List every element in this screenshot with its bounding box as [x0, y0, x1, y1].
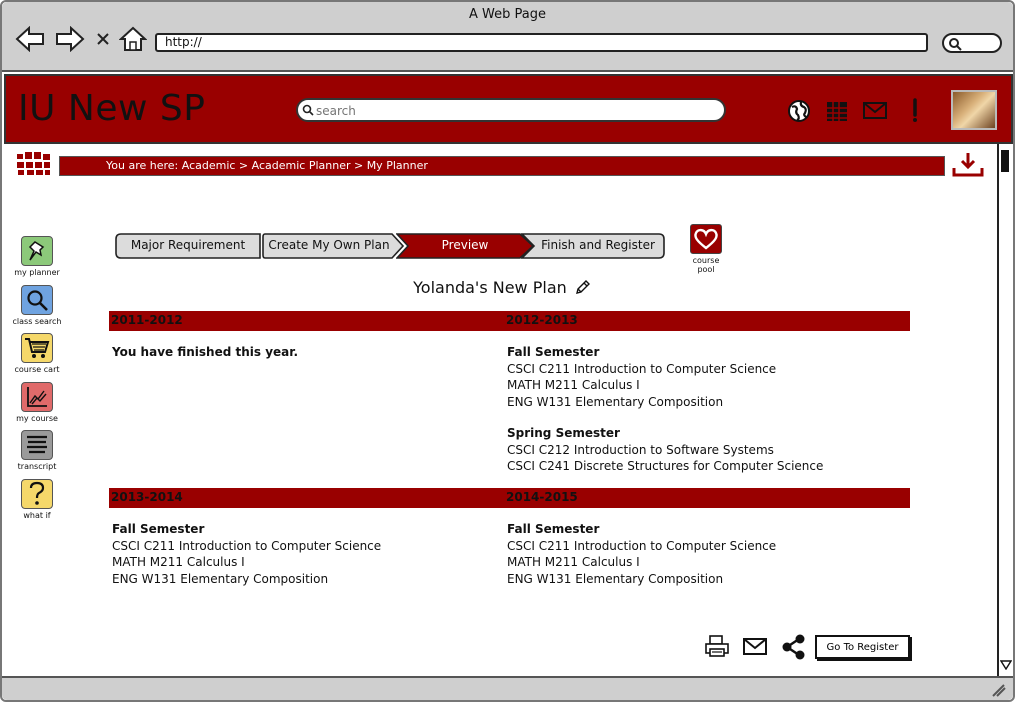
email-icon[interactable] — [742, 637, 768, 661]
course-pool-button[interactable]: course pool — [684, 224, 728, 274]
browser-toolbar: A Web Page http:// — [2, 2, 1013, 72]
course-item[interactable]: ENG W131 Elementary Composition — [112, 571, 381, 588]
scroll-thumb[interactable] — [1001, 150, 1009, 172]
site-logo[interactable]: IU New SP — [18, 88, 205, 129]
sidebar-item-my-course[interactable]: my course — [12, 381, 62, 423]
pin-icon — [21, 236, 53, 266]
course-pool-label: course pool — [692, 256, 720, 274]
sidebar-item-transcript[interactable]: transcript — [12, 430, 62, 471]
sidebar-item-my-planner[interactable]: my planner — [12, 236, 62, 277]
resize-grip-icon[interactable] — [991, 682, 1007, 701]
calendar-icon[interactable] — [824, 98, 850, 124]
question-icon — [21, 478, 53, 509]
window-title: A Web Page — [469, 7, 546, 22]
step-preview[interactable]: Preview — [396, 233, 534, 259]
course-item[interactable]: ENG W131 Elementary Composition — [507, 571, 776, 588]
year-label: 2011-2012 — [111, 313, 183, 327]
plan-title: Yolanda's New Plan — [2, 278, 1002, 299]
search-icon — [949, 38, 962, 51]
year-block-2011-2012: You have finished this year. — [112, 344, 298, 361]
heart-icon — [694, 228, 718, 250]
semester-block: Fall Semester CSCI C211 Introduction to C… — [507, 344, 823, 410]
course-item[interactable]: ENG W131 Elementary Composition — [507, 394, 823, 411]
download-icon[interactable] — [952, 152, 984, 182]
globe-icon[interactable] — [786, 98, 812, 124]
course-item[interactable]: MATH M211 Calculus I — [507, 554, 776, 571]
sidebar-item-label: transcript — [17, 462, 57, 471]
site-search[interactable] — [296, 98, 726, 122]
breadcrumb-path[interactable]: Academic > Academic Planner > My Planner — [182, 159, 428, 172]
semester-block: Spring Semester CSCI C212 Introduction to… — [507, 425, 823, 475]
step-create-own-plan[interactable]: Create My Own Plan — [262, 233, 404, 259]
course-item[interactable]: CSCI C211 Introduction to Computer Scien… — [507, 361, 823, 378]
search-icon — [302, 104, 314, 116]
step-finish-register[interactable]: Finish and Register — [521, 233, 665, 259]
chart-icon — [21, 381, 53, 412]
back-icon[interactable] — [14, 24, 46, 54]
browser-search-box[interactable] — [942, 33, 1002, 53]
sidebar-item-what-if[interactable]: what if — [12, 478, 62, 520]
print-icon[interactable] — [704, 634, 730, 662]
address-bar[interactable]: http:// — [155, 33, 928, 52]
step-label: Create My Own Plan — [268, 238, 390, 252]
cart-icon — [21, 333, 53, 363]
share-icon[interactable] — [780, 634, 806, 664]
year-label: 2012-2013 — [506, 313, 578, 327]
browser-window: A Web Page http:// IU New SP search You … — [0, 0, 1015, 702]
step-label: Major Requirement — [130, 238, 246, 252]
plan-title-text: Yolanda's New Plan — [413, 278, 567, 297]
step-major-requirement[interactable]: Major Requirement — [115, 233, 261, 259]
breadcrumb-prefix: You are here: — [106, 159, 182, 172]
forward-icon[interactable] — [54, 24, 86, 54]
pencil-icon[interactable] — [575, 279, 591, 299]
sidebar-item-label: class search — [12, 316, 62, 326]
year-label: 2014-2015 — [506, 490, 578, 504]
stop-icon[interactable] — [92, 24, 114, 54]
semester-name: Fall Semester — [507, 345, 600, 359]
semester-name: Spring Semester — [507, 426, 620, 440]
year-label: 2013-2014 — [111, 490, 183, 504]
sidebar-item-label: what if — [23, 510, 51, 520]
step-label: Finish and Register — [541, 238, 655, 252]
semester-block: Fall Semester CSCI C211 Introduction to C… — [507, 521, 776, 587]
apps-grid-icon[interactable] — [17, 152, 53, 180]
semester-name: Fall Semester — [507, 522, 600, 536]
course-item[interactable]: MATH M211 Calculus I — [112, 554, 381, 571]
go-to-register-button[interactable]: Go To Register — [815, 635, 910, 659]
sidebar-item-label: my course — [16, 413, 58, 423]
scroll-down-icon[interactable] — [999, 655, 1013, 674]
course-item[interactable]: CSCI C212 Introduction to Software Syste… — [507, 442, 823, 459]
course-item[interactable]: CSCI C211 Introduction to Computer Scien… — [507, 538, 776, 555]
mail-icon[interactable] — [862, 98, 888, 124]
status-bar — [2, 676, 1013, 700]
course-item[interactable]: MATH M211 Calculus I — [507, 377, 823, 394]
user-avatar[interactable] — [951, 90, 997, 130]
course-item[interactable]: CSCI C241 Discrete Structures for Comput… — [507, 458, 823, 475]
year-block-2012-2013: Fall Semester CSCI C211 Introduction to C… — [507, 344, 823, 475]
year-block-2013-2014: Fall Semester CSCI C211 Introduction to C… — [112, 521, 381, 587]
alert-icon[interactable] — [902, 98, 928, 124]
sidebar-item-course-cart[interactable]: course cart — [12, 333, 62, 374]
year-block-2014-2015: Fall Semester CSCI C211 Introduction to C… — [507, 521, 776, 587]
site-header: IU New SP — [4, 74, 1013, 144]
semester-block: Fall Semester CSCI C211 Introduction to C… — [112, 521, 381, 587]
lines-icon — [21, 430, 53, 460]
home-icon[interactable] — [118, 24, 148, 54]
search-input[interactable] — [316, 102, 716, 120]
breadcrumb: You are here: Academic > Academic Planne… — [59, 156, 945, 176]
year-bar-row-2: 2013-2014 2014-2015 — [109, 488, 910, 508]
vertical-scrollbar[interactable] — [997, 144, 1013, 676]
sidebar-item-label: my planner — [14, 268, 60, 277]
year-bar-row-1: 2011-2012 2012-2013 — [109, 311, 910, 331]
semester-name: Fall Semester — [112, 522, 205, 536]
course-item[interactable]: CSCI C211 Introduction to Computer Scien… — [112, 538, 381, 555]
sidebar-item-label: course cart — [14, 365, 60, 374]
year-status: You have finished this year. — [112, 345, 299, 359]
step-label: Preview — [441, 238, 489, 252]
